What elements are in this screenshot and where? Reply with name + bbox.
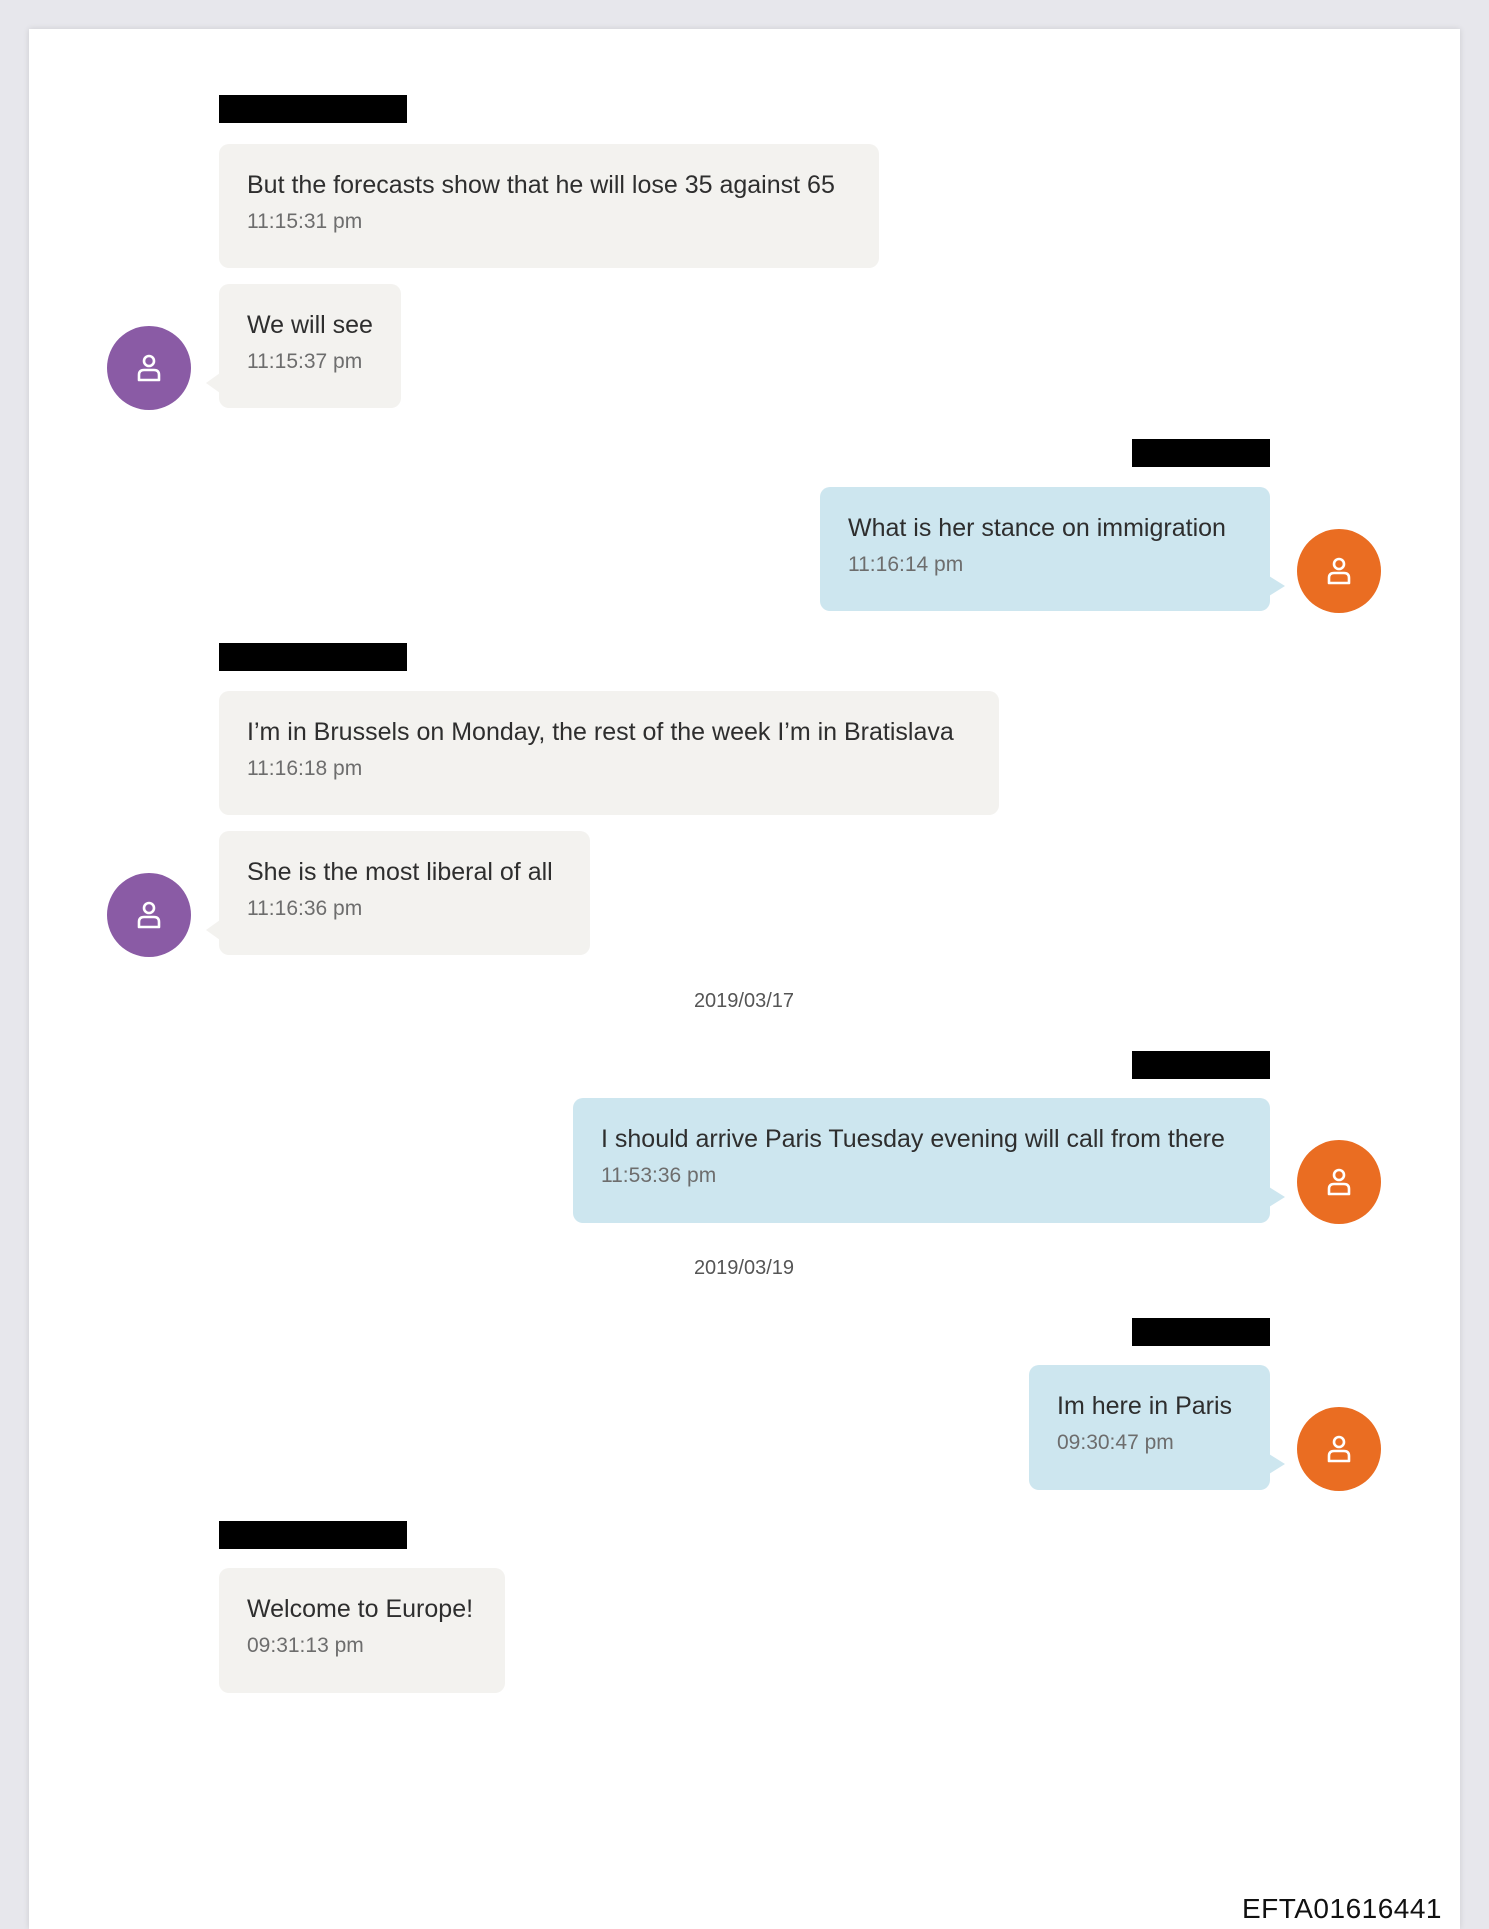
message-text: I’m in Brussels on Monday, the rest of t… — [247, 718, 954, 746]
person-icon — [1327, 1168, 1351, 1196]
contact-avatar — [107, 326, 191, 410]
bubble-tail — [206, 373, 220, 393]
message-timestamp: 09:30:47 pm — [1057, 1431, 1174, 1454]
message-bubble-incoming: She is the most liberal of all 11:16:36 … — [219, 831, 590, 955]
bubble-tail — [1269, 1187, 1285, 1207]
person-icon — [1327, 1435, 1351, 1463]
document-id: EFTA01616441 — [1241, 1893, 1442, 1924]
message-text: I should arrive Paris Tuesday evening wi… — [601, 1125, 1225, 1153]
bubble-tail — [206, 920, 220, 940]
redacted-sender-name — [219, 1521, 407, 1549]
document-page: But the forecasts show that he will lose… — [29, 29, 1460, 1929]
message-timestamp: 11:16:14 pm — [848, 553, 964, 576]
message-bubble-outgoing: I should arrive Paris Tuesday evening wi… — [573, 1098, 1270, 1223]
user-avatar — [1297, 529, 1381, 613]
person-icon — [137, 901, 161, 929]
date-separator: 2019/03/17 — [693, 990, 795, 1012]
message-text: But the forecasts show that he will lose… — [247, 171, 835, 199]
message-bubble-incoming: Welcome to Europe! 09:31:13 pm — [219, 1568, 505, 1693]
message-timestamp: 11:16:18 pm — [247, 757, 363, 780]
message-bubble-incoming: I’m in Brussels on Monday, the rest of t… — [219, 691, 999, 815]
user-avatar — [1297, 1407, 1381, 1491]
bubble-tail — [1269, 1454, 1285, 1474]
message-text: She is the most liberal of all — [247, 858, 553, 886]
message-bubble-outgoing: What is her stance on immigration 11:16:… — [820, 487, 1270, 611]
redacted-sender-name — [219, 95, 407, 123]
bubble-tail — [1269, 576, 1285, 596]
message-bubble-outgoing: Im here in Paris 09:30:47 pm — [1029, 1365, 1270, 1490]
person-icon — [137, 354, 161, 382]
message-timestamp: 11:16:36 pm — [247, 897, 363, 920]
redacted-sender-name — [1132, 1318, 1270, 1346]
message-timestamp: 11:53:36 pm — [601, 1164, 717, 1187]
person-icon — [1327, 557, 1351, 585]
redacted-sender-name — [219, 643, 407, 671]
message-timestamp: 11:15:37 pm — [247, 350, 363, 373]
user-avatar — [1297, 1140, 1381, 1224]
message-text: Im here in Paris — [1057, 1392, 1233, 1420]
message-timestamp: 11:15:31 pm — [247, 210, 363, 233]
contact-avatar — [107, 873, 191, 957]
message-text: What is her stance on immigration — [848, 514, 1226, 542]
message-text: Welcome to Europe! — [247, 1595, 474, 1623]
message-timestamp: 09:31:13 pm — [247, 1634, 364, 1657]
date-separator: 2019/03/19 — [693, 1257, 795, 1279]
redacted-sender-name — [1132, 439, 1270, 467]
message-bubble-incoming: But the forecasts show that he will lose… — [219, 144, 879, 268]
redacted-sender-name — [1132, 1051, 1270, 1079]
message-text: We will see — [247, 311, 373, 339]
message-bubble-incoming: We will see 11:15:37 pm — [219, 284, 401, 408]
